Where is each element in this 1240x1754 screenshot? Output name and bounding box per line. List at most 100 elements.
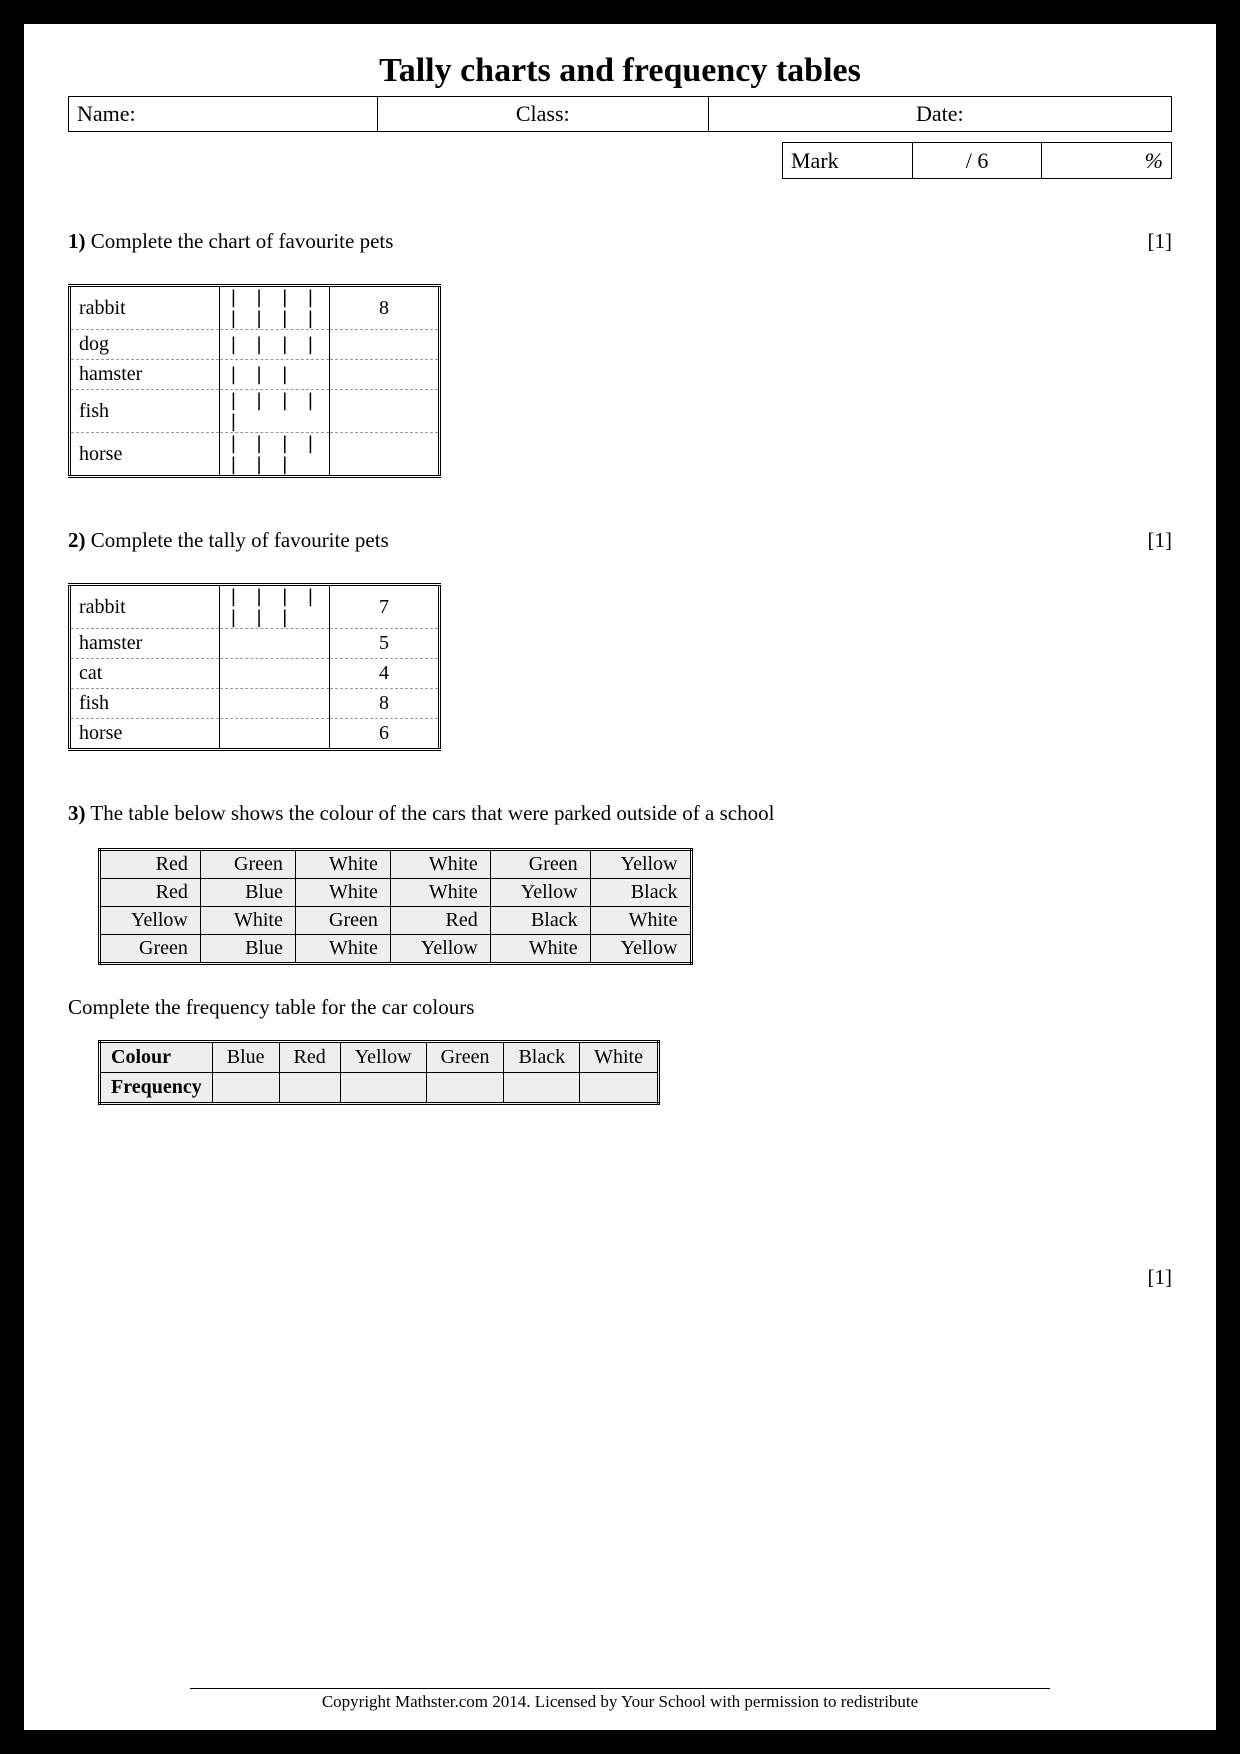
question-3-header: 3) The table below shows the colour of t… bbox=[68, 801, 1172, 826]
question-2-header: 2) Complete the tally of favourite pets … bbox=[68, 528, 1172, 553]
freq-header-cell: Red bbox=[279, 1042, 340, 1073]
table-row: ColourBlueRedYellowGreenBlackWhite bbox=[100, 1042, 659, 1073]
table-row: fish| | | | | bbox=[70, 390, 440, 433]
freq-row-label: Frequency bbox=[100, 1073, 213, 1104]
pet-label: fish bbox=[70, 390, 220, 433]
frequency-cell[interactable] bbox=[330, 390, 440, 433]
pet-label: dog bbox=[70, 330, 220, 360]
freq-input-cell[interactable] bbox=[340, 1073, 426, 1104]
pet-label: horse bbox=[70, 433, 220, 477]
frequency-cell[interactable]: 4 bbox=[330, 659, 440, 689]
q1-points: [1] bbox=[1148, 229, 1173, 254]
freq-header-cell: Colour bbox=[100, 1042, 213, 1073]
car-colour-cell: White bbox=[295, 850, 390, 879]
mark-row: Mark / 6 % bbox=[68, 142, 1172, 179]
tally-cell[interactable]: | | | | | | | bbox=[220, 585, 330, 629]
tally-cell[interactable] bbox=[220, 659, 330, 689]
car-colour-cell: Yellow bbox=[590, 935, 691, 964]
freq-input-cell[interactable] bbox=[279, 1073, 340, 1104]
frequency-cell[interactable] bbox=[330, 433, 440, 477]
freq-header-cell: Yellow bbox=[340, 1042, 426, 1073]
page-footer: Copyright Mathster.com 2014. Licensed by… bbox=[190, 1688, 1050, 1712]
car-colour-cell: White bbox=[390, 850, 490, 879]
q2-points: [1] bbox=[1148, 528, 1173, 553]
frequency-cell[interactable] bbox=[330, 330, 440, 360]
question-1-header: 1) Complete the chart of favourite pets … bbox=[68, 229, 1172, 254]
q2-number: 2) bbox=[68, 528, 86, 552]
freq-input-cell[interactable] bbox=[580, 1073, 659, 1104]
table-row: horse 6 bbox=[70, 719, 440, 750]
tally-cell[interactable]: | | | bbox=[220, 360, 330, 390]
class-field[interactable]: Class: bbox=[377, 97, 708, 132]
q1-text: Complete the chart of favourite pets bbox=[86, 229, 394, 253]
tally-cell[interactable] bbox=[220, 719, 330, 750]
table-row: hamster 5 bbox=[70, 629, 440, 659]
pet-label: rabbit bbox=[70, 585, 220, 629]
car-colour-cell: Green bbox=[200, 850, 295, 879]
car-colour-cell: White bbox=[390, 879, 490, 907]
table-row: hamster| | | bbox=[70, 360, 440, 390]
q3-subtext: Complete the frequency table for the car… bbox=[68, 995, 1172, 1020]
freq-input-cell[interactable] bbox=[504, 1073, 580, 1104]
pet-label: rabbit bbox=[70, 286, 220, 330]
tally-cell[interactable]: | | | | | | | | bbox=[220, 286, 330, 330]
page-title: Tally charts and frequency tables bbox=[68, 52, 1172, 90]
car-colour-cell: Red bbox=[100, 850, 201, 879]
mark-table: Mark / 6 % bbox=[782, 142, 1172, 179]
tally-cell[interactable]: | | | | | | | bbox=[220, 433, 330, 477]
date-field[interactable]: Date: bbox=[708, 97, 1171, 132]
car-colour-cell: Yellow bbox=[490, 879, 590, 907]
car-colour-cell: Green bbox=[295, 907, 390, 935]
mark-percent: % bbox=[1042, 143, 1172, 179]
tally-cell[interactable] bbox=[220, 689, 330, 719]
tally-cell[interactable] bbox=[220, 629, 330, 659]
pet-label: cat bbox=[70, 659, 220, 689]
frequency-cell[interactable]: 5 bbox=[330, 629, 440, 659]
table-row: YellowWhiteGreenRedBlackWhite bbox=[100, 907, 692, 935]
car-colour-cell: Black bbox=[590, 879, 691, 907]
table-row: rabbit| | | | | | | |8 bbox=[70, 286, 440, 330]
car-colour-cell: Red bbox=[100, 879, 201, 907]
pet-label: horse bbox=[70, 719, 220, 750]
car-colour-cell: Red bbox=[390, 907, 490, 935]
q1-number: 1) bbox=[68, 229, 86, 253]
pet-label: fish bbox=[70, 689, 220, 719]
freq-header-cell: Green bbox=[426, 1042, 504, 1073]
table-row: dog| | | | bbox=[70, 330, 440, 360]
car-colour-cell: Blue bbox=[200, 935, 295, 964]
mark-total: / 6 bbox=[912, 143, 1042, 179]
q3-text: The table below shows the colour of the … bbox=[86, 801, 775, 825]
pet-label: hamster bbox=[70, 360, 220, 390]
car-colour-cell: Black bbox=[490, 907, 590, 935]
mark-label: Mark bbox=[783, 143, 913, 179]
freq-header-cell: White bbox=[580, 1042, 659, 1073]
frequency-cell[interactable]: 7 bbox=[330, 585, 440, 629]
frequency-table: ColourBlueRedYellowGreenBlackWhiteFreque… bbox=[98, 1040, 660, 1105]
car-colour-cell: Yellow bbox=[390, 935, 490, 964]
q2-text: Complete the tally of favourite pets bbox=[86, 528, 389, 552]
q3-points: [1] bbox=[68, 1265, 1172, 1290]
car-colour-cell: Yellow bbox=[100, 907, 201, 935]
freq-input-cell[interactable] bbox=[212, 1073, 279, 1104]
car-colour-cell: Green bbox=[100, 935, 201, 964]
frequency-cell[interactable]: 8 bbox=[330, 286, 440, 330]
q3-number: 3) bbox=[68, 801, 86, 825]
table-row: GreenBlueWhiteYellowWhiteYellow bbox=[100, 935, 692, 964]
info-table: Name: Class: Date: bbox=[68, 96, 1172, 132]
table-row: RedGreenWhiteWhiteGreenYellow bbox=[100, 850, 692, 879]
freq-header-cell: Blue bbox=[212, 1042, 279, 1073]
frequency-cell[interactable] bbox=[330, 360, 440, 390]
freq-input-cell[interactable] bbox=[426, 1073, 504, 1104]
table-row: fish 8 bbox=[70, 689, 440, 719]
frequency-cell[interactable]: 6 bbox=[330, 719, 440, 750]
tally-cell[interactable]: | | | | | bbox=[220, 390, 330, 433]
name-field[interactable]: Name: bbox=[69, 97, 378, 132]
frequency-cell[interactable]: 8 bbox=[330, 689, 440, 719]
table-row: rabbit| | | | | | |7 bbox=[70, 585, 440, 629]
car-colour-cell: White bbox=[200, 907, 295, 935]
table-row: RedBlueWhiteWhiteYellowBlack bbox=[100, 879, 692, 907]
table-row: Frequency bbox=[100, 1073, 659, 1104]
tally-cell[interactable]: | | | | bbox=[220, 330, 330, 360]
pet-label: hamster bbox=[70, 629, 220, 659]
worksheet-page: Tally charts and frequency tables Name: … bbox=[0, 0, 1240, 1754]
